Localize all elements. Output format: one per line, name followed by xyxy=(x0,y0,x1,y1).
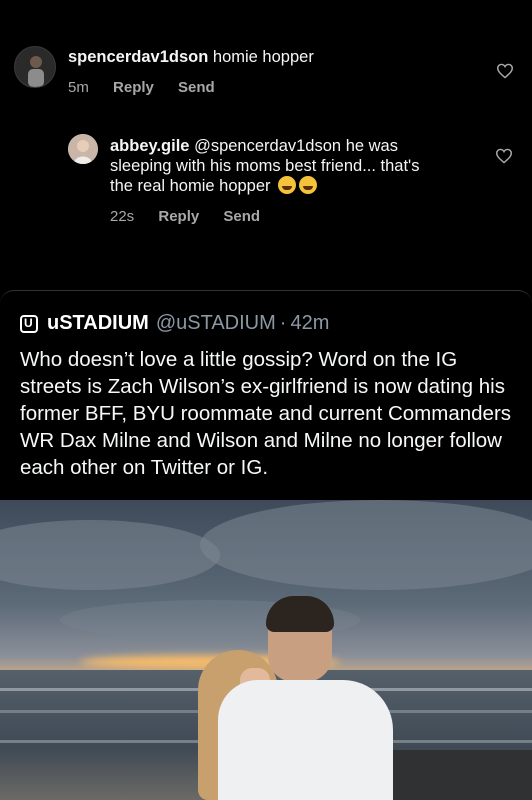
laughing-emoji xyxy=(278,176,297,194)
comment-meta: 22s Reply Send xyxy=(110,208,280,225)
heart-icon[interactable] xyxy=(495,148,513,164)
tweet-time[interactable]: 42m xyxy=(290,312,329,335)
avatar[interactable] xyxy=(14,46,56,88)
tweet-author-name[interactable]: uSTADIUM xyxy=(47,312,149,335)
comment-body: homie hopper xyxy=(212,48,314,66)
comment-time: 22s xyxy=(110,208,135,225)
avatar-image xyxy=(28,56,44,87)
tweet-text: Who doesn’t love a little gossip? Word o… xyxy=(20,348,512,479)
send-button[interactable]: Send xyxy=(223,208,260,225)
cloud xyxy=(200,500,532,590)
man-hair xyxy=(266,596,334,632)
instagram-comments: spencerdav1dson homie hopper 5m Reply Se… xyxy=(0,0,532,290)
reply-button[interactable]: Reply xyxy=(158,208,199,225)
comment-text: spencerdav1dson homie hopper xyxy=(68,47,314,67)
comment-text: abbey.gile @spencerdav1dson he was sleep… xyxy=(110,136,440,196)
tweet-handle[interactable]: @uSTADIUM xyxy=(156,312,276,335)
cloud xyxy=(0,520,220,590)
ustadium-logo[interactable] xyxy=(20,314,38,333)
comment-username[interactable]: abbey.gile xyxy=(110,137,189,155)
tweet-photo[interactable] xyxy=(0,500,532,800)
comment-mention[interactable]: @spencerdav1dson xyxy=(194,137,341,155)
comment-username[interactable]: spencerdav1dson xyxy=(68,48,208,66)
tweet-separator: · xyxy=(279,312,287,334)
reply-button[interactable]: Reply xyxy=(113,79,154,96)
comment-time: 5m xyxy=(68,79,89,96)
man-white-shirt xyxy=(218,680,393,800)
laughing-emoji xyxy=(299,176,318,194)
avatar-image xyxy=(68,134,98,164)
heart-icon[interactable] xyxy=(496,63,514,79)
tweet-card[interactable]: uSTADIUM @uSTADIUM · 42m Who doesn’t lov… xyxy=(0,290,532,501)
avatar[interactable] xyxy=(68,134,98,164)
tweet-header: uSTADIUM @uSTADIUM · 42m xyxy=(20,312,329,335)
send-button[interactable]: Send xyxy=(178,79,215,96)
comment-meta: 5m Reply Send xyxy=(68,79,235,96)
